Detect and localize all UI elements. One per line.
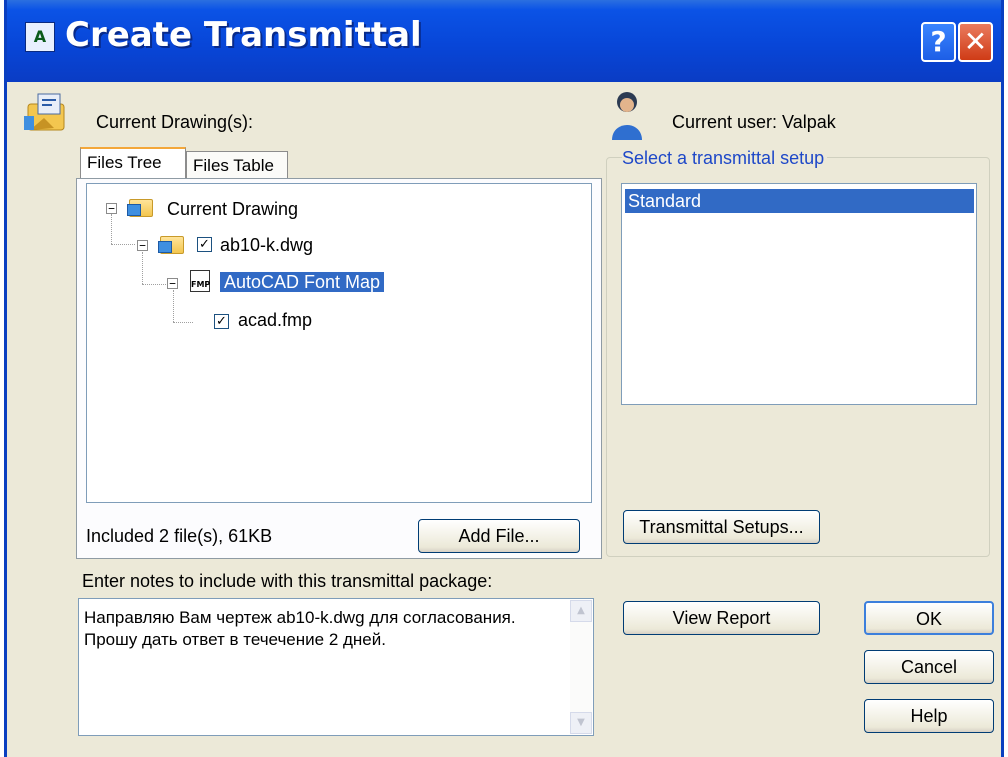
tree-connector	[142, 252, 143, 284]
cancel-label: Cancel	[900, 657, 958, 677]
scroll-up-arrow-icon[interactable]: ▲	[570, 600, 592, 622]
view-report-label: View Report	[672, 608, 771, 628]
tree-item-label: AutoCAD Font Map	[220, 272, 385, 292]
files-tree[interactable]: − Current Drawing − ✓ ab10-k.dwg − FMP A…	[86, 183, 592, 503]
tree-item-label: acad.fmp	[238, 310, 313, 330]
tree-connector	[142, 284, 166, 285]
tree-item-label: ab10-k.dwg	[220, 235, 314, 255]
tree-item-ab10[interactable]: ab10-k.dwg	[220, 235, 313, 265]
tree-item-label: Current Drawing	[167, 199, 299, 219]
scroll-down-arrow-icon[interactable]: ▼	[570, 712, 592, 734]
tree-item-acad-fmp[interactable]: acad.fmp	[238, 310, 312, 340]
tab-label: Files Table	[193, 156, 274, 175]
tree-connector	[173, 290, 174, 322]
tree-connector	[111, 244, 135, 245]
tab-label: Files Tree	[87, 153, 162, 172]
collapse-toggle[interactable]: −	[137, 240, 148, 251]
included-files-text: Included 2 file(s), 61KB	[86, 526, 273, 546]
add-file-label: Add File...	[458, 526, 540, 546]
tree-item-current-drawing[interactable]: Current Drawing	[167, 199, 298, 229]
transmittal-setup-list[interactable]: Standard	[621, 183, 977, 405]
user-icon	[612, 92, 642, 140]
folder-badge-icon	[127, 204, 141, 216]
help-label: Help	[910, 706, 948, 726]
collapse-toggle[interactable]: −	[167, 278, 178, 289]
transmittal-setups-button[interactable]: Transmittal Setups...	[623, 510, 820, 544]
notes-scrollbar[interactable]: ▲ ▼	[570, 600, 592, 734]
current-user-label: Current user: Valpak	[672, 112, 836, 132]
current-drawings-label: Current Drawing(s):	[96, 112, 254, 132]
ok-label: OK	[915, 609, 942, 629]
help-title-button[interactable]: ?	[921, 22, 956, 62]
tree-connector	[173, 322, 193, 323]
view-report-button[interactable]: View Report	[623, 601, 820, 635]
current-drawing-icon	[24, 93, 65, 131]
select-setup-label: Select a transmittal setup	[622, 148, 828, 169]
help-button[interactable]: Help	[864, 699, 994, 733]
cancel-button[interactable]: Cancel	[864, 650, 994, 684]
collapse-toggle[interactable]: −	[106, 203, 117, 214]
title-bar[interactable]: A Create Transmittal ? ✕	[7, 0, 1001, 82]
transmittal-setups-label: Transmittal Setups...	[639, 517, 804, 537]
add-file-button[interactable]: Add File...	[418, 519, 580, 553]
ab10-checkbox[interactable]: ✓	[197, 237, 212, 252]
tab-files-table[interactable]: Files Table	[186, 151, 288, 181]
dialog-title: Create Transmittal	[65, 15, 422, 55]
app-icon: A	[25, 22, 55, 52]
notes-text: Направляю Вам чертеж ab10-k.dwg для согл…	[84, 608, 516, 649]
tab-files-tree[interactable]: Files Tree	[80, 147, 186, 181]
tree-item-autocad-font-map[interactable]: AutoCAD Font Map	[220, 272, 385, 302]
notes-textarea[interactable]: Направляю Вам чертеж ab10-k.dwg для согл…	[78, 598, 594, 736]
setup-item-standard[interactable]: Standard	[625, 189, 974, 213]
close-button[interactable]: ✕	[958, 22, 993, 62]
folder-badge-icon	[158, 241, 172, 253]
font-map-icon: FMP	[190, 270, 210, 292]
ok-button[interactable]: OK	[864, 601, 994, 635]
acad-fmp-checkbox[interactable]: ✓	[214, 314, 229, 329]
notes-label: Enter notes to include with this transmi…	[82, 571, 493, 591]
tree-connector	[111, 214, 112, 244]
